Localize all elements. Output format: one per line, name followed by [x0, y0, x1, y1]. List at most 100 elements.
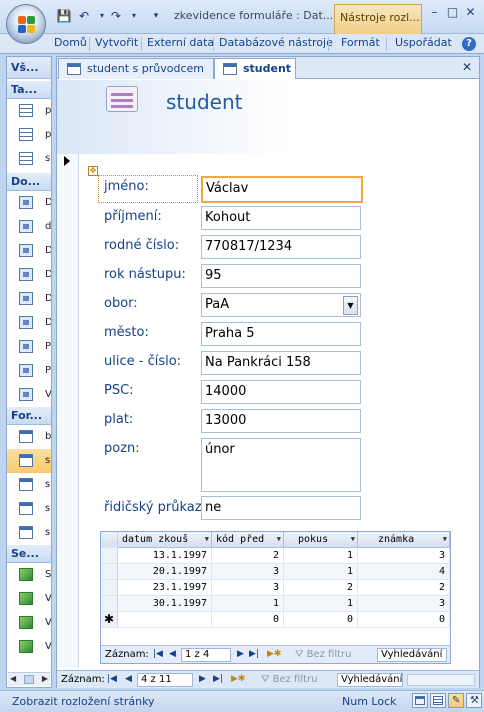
tab-format[interactable]: Formát [339, 36, 382, 49]
nav-item-form[interactable]: s [7, 497, 51, 521]
record-position[interactable]: 4 z 11 [137, 673, 193, 687]
undo-icon[interactable]: ↶ [76, 8, 92, 24]
cell-kod[interactable]: 0 [212, 612, 284, 628]
field-pozn[interactable]: únor [201, 438, 361, 492]
nav-item-macro[interactable]: S [7, 563, 51, 587]
cell-znamka[interactable]: 0 [358, 612, 450, 628]
previous-record-icon[interactable]: ◀ [169, 649, 176, 659]
field-obor-combo[interactable]: PaA [201, 293, 361, 317]
close-document-icon[interactable]: ✕ [462, 60, 472, 74]
cell-pokus[interactable]: 1 [284, 596, 358, 612]
minimize-button[interactable]: – [426, 4, 443, 20]
nav-item-query[interactable]: D [7, 239, 51, 263]
dropdown-arrow-icon[interactable]: ▼ [343, 296, 358, 315]
next-record-icon[interactable]: ▶ [199, 674, 206, 684]
cell-pokus[interactable]: 1 [284, 548, 358, 564]
cell-pokus[interactable]: 0 [284, 612, 358, 628]
tab-create[interactable]: Vytvořit [93, 36, 140, 49]
nav-pane-title[interactable]: Vš... [7, 57, 51, 79]
column-dropdown-icon[interactable]: ▼ [351, 535, 355, 543]
nav-item-query[interactable]: D [7, 263, 51, 287]
column-header-kod[interactable]: kód před ▼ [212, 532, 284, 548]
nav-item-table[interactable]: s [7, 147, 51, 171]
cell-pokus[interactable]: 1 [284, 564, 358, 580]
maximize-button[interactable]: □ [444, 4, 461, 20]
new-record-nav-icon[interactable]: ▶✱ [267, 649, 281, 659]
form-view-icon[interactable] [412, 693, 428, 708]
column-dropdown-icon[interactable]: ▼ [205, 535, 209, 543]
nav-item-form[interactable]: s [7, 521, 51, 545]
redo-icon[interactable]: ↷ [108, 8, 124, 24]
nav-item-form-selected[interactable]: s [7, 449, 51, 473]
scroll-right-icon[interactable]: ▶ [42, 674, 48, 683]
field-prijmeni[interactable]: Kohout [201, 206, 361, 230]
nav-item-table[interactable]: p [7, 123, 51, 147]
layout-view-icon[interactable]: ✎ [448, 693, 464, 708]
previous-record-icon[interactable]: ◀ [125, 674, 132, 684]
nav-item-form[interactable]: b [7, 425, 51, 449]
last-record-icon[interactable]: ▶| [249, 649, 259, 659]
column-header-pokus[interactable]: pokus ▼ [284, 532, 358, 548]
field-mesto[interactable]: Praha 5 [201, 322, 361, 346]
field-ulice-cislo[interactable]: Na Pankráci 158 [201, 351, 361, 375]
nav-item-macro[interactable]: V [7, 611, 51, 635]
column-dropdown-icon[interactable]: ▼ [443, 535, 447, 543]
cell-znamka[interactable]: 4 [358, 564, 450, 580]
cell-datum[interactable]: 13.1.1997 [118, 548, 212, 564]
nav-item-query[interactable]: P [7, 359, 51, 383]
cell-znamka[interactable]: 3 [358, 548, 450, 564]
save-icon[interactable]: 💾 [56, 8, 72, 24]
cell-pokus[interactable]: 2 [284, 580, 358, 596]
nav-item-table[interactable]: p [7, 99, 51, 123]
nav-item-query[interactable]: V [7, 383, 51, 407]
nav-item-query[interactable]: D [7, 287, 51, 311]
first-record-icon[interactable]: |◀ [107, 674, 117, 684]
last-record-icon[interactable]: ▶| [213, 674, 223, 684]
row-selector[interactable] [101, 564, 118, 580]
scroll-thumb[interactable] [24, 675, 34, 684]
row-selector[interactable] [101, 548, 118, 564]
nav-group-tables[interactable]: Ta... [7, 81, 51, 99]
record-selector[interactable] [57, 154, 79, 668]
doc-tab-student-s-pruvodcem[interactable]: student s průvodcem [58, 58, 214, 79]
next-record-icon[interactable]: ▶ [237, 649, 244, 659]
help-icon[interactable]: ? [462, 37, 476, 51]
nav-item-query[interactable]: D [7, 311, 51, 335]
move-handle-icon[interactable]: ✥ [88, 166, 98, 176]
tab-arrange[interactable]: Uspořádat [393, 36, 454, 49]
cell-znamka[interactable]: 2 [358, 580, 450, 596]
row-selector[interactable] [101, 580, 118, 596]
new-record-nav-icon[interactable]: ▶✱ [231, 674, 245, 684]
design-view-icon[interactable]: ⚒ [466, 693, 482, 708]
cell-kod[interactable]: 1 [212, 596, 284, 612]
row-selector[interactable] [101, 596, 118, 612]
nav-item-query[interactable]: d [7, 215, 51, 239]
doc-tab-student[interactable]: student [214, 58, 296, 79]
filter-status[interactable]: ⛛ Bez filtru [295, 649, 351, 660]
tab-database-tools[interactable]: Databázové nástroje [217, 36, 335, 49]
nav-item-macro[interactable]: V [7, 587, 51, 611]
column-header-datum[interactable]: datum zkouš ▼ [118, 532, 212, 548]
nav-item-query[interactable]: P [7, 335, 51, 359]
field-jmeno[interactable]: Václav [201, 176, 363, 203]
close-window-button[interactable]: ✕ [462, 4, 479, 20]
scroll-left-icon[interactable]: ◀ [10, 674, 16, 683]
subform-search-input[interactable]: Vyhledávání [377, 648, 447, 662]
subform-select-all[interactable] [101, 532, 118, 548]
customize-quick-access-icon[interactable]: ▾ [148, 8, 164, 24]
cell-kod[interactable]: 2 [212, 548, 284, 564]
nav-item-form[interactable]: s [7, 473, 51, 497]
new-record-icon[interactable]: ✱ [101, 612, 118, 628]
cell-datum[interactable] [118, 612, 212, 628]
nav-horizontal-scrollbar[interactable]: ◀ ▶ [8, 672, 50, 686]
filter-status[interactable]: ⛛ Bez filtru [261, 674, 317, 685]
cell-znamka[interactable]: 3 [358, 596, 450, 612]
cell-kod[interactable]: 3 [212, 580, 284, 596]
cell-datum[interactable]: 20.1.1997 [118, 564, 212, 580]
redo-dropdown-icon[interactable]: ▾ [126, 8, 142, 24]
field-plat[interactable]: 13000 [201, 409, 361, 433]
subform-record-position[interactable]: 1 z 4 [181, 648, 231, 662]
cell-datum[interactable]: 23.1.1997 [118, 580, 212, 596]
tab-external-data[interactable]: Externí data [145, 36, 216, 49]
field-rok-nastupu[interactable]: 95 [201, 264, 361, 288]
